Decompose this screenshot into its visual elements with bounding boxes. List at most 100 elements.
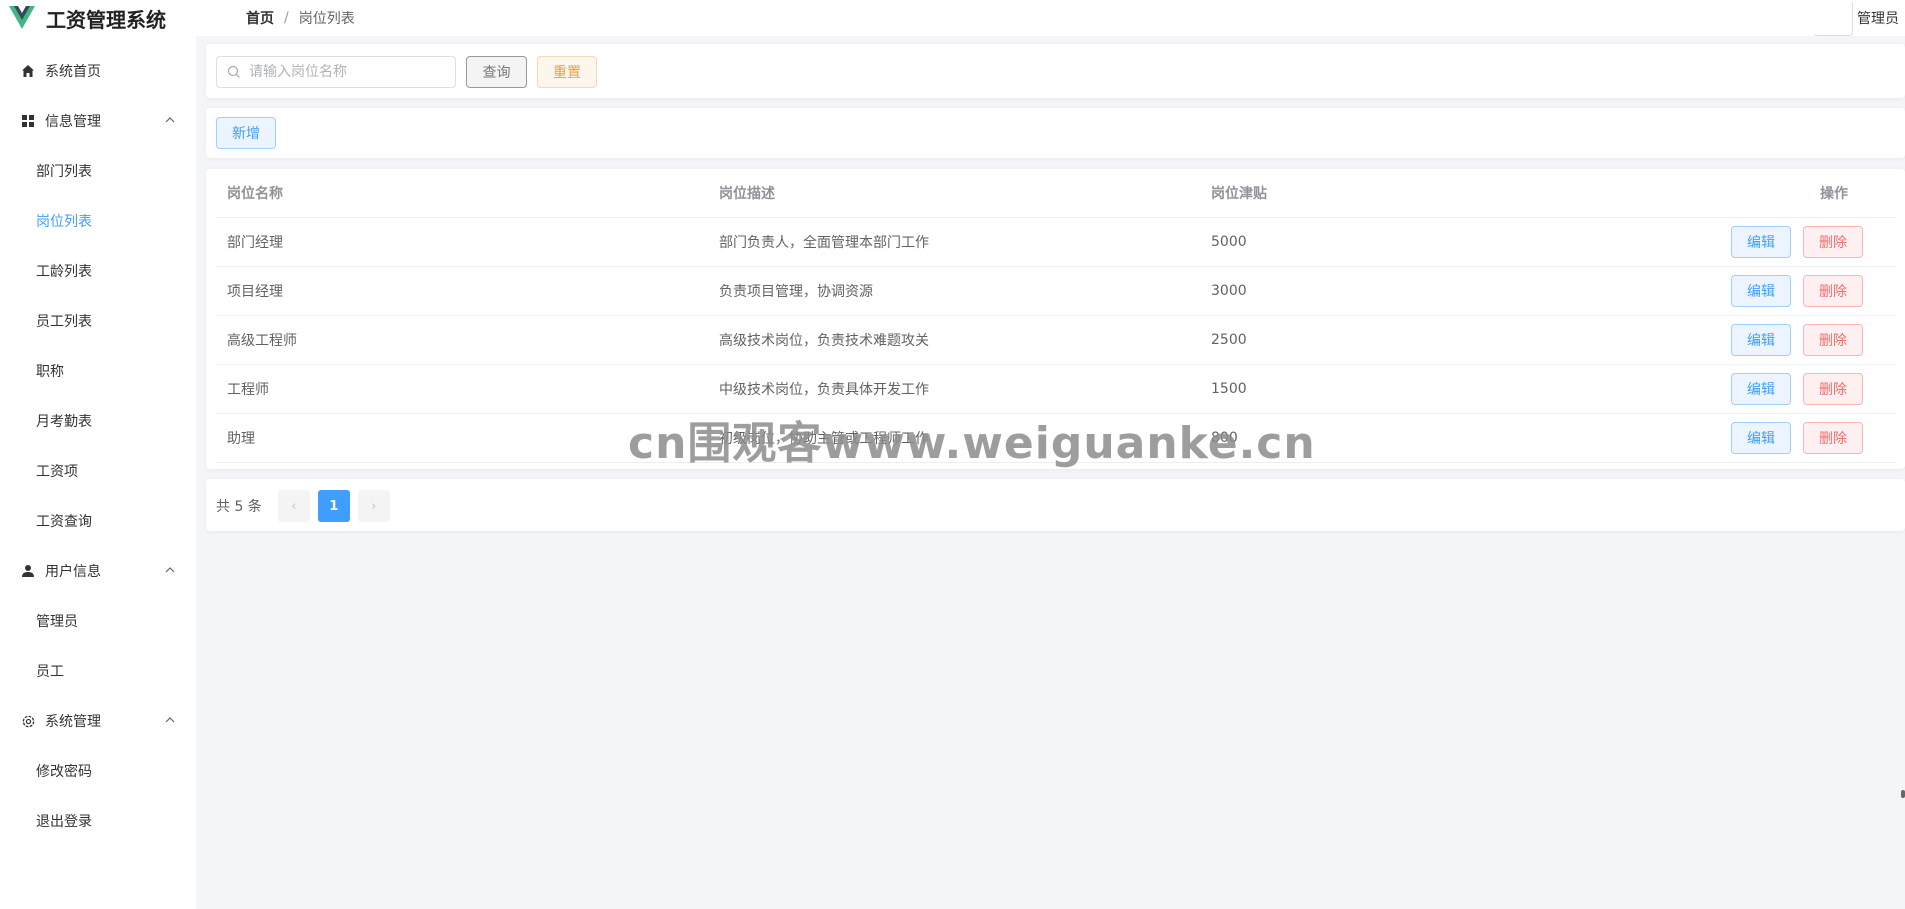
pagination: 共 5 条 ‹ 1 › [216, 490, 398, 522]
cell-desc: 负责项目管理，协调资源 [719, 284, 873, 300]
user-area[interactable]: 管理员 [1813, 0, 1899, 36]
edit-button[interactable]: 编辑 [1731, 324, 1791, 356]
sidebar-item-attendance[interactable]: 月考勤表 [0, 396, 196, 446]
edit-button[interactable]: 编辑 [1731, 226, 1791, 258]
breadcrumb-separator: / [284, 10, 289, 26]
edit-button[interactable]: 编辑 [1731, 373, 1791, 405]
chevron-up-icon [164, 714, 176, 726]
sidebar-item-label: 信息管理 [45, 114, 101, 130]
sidebar-item-label: 职称 [36, 364, 64, 380]
cell-actions: 编辑 删除 [1692, 226, 1896, 258]
query-button[interactable]: 查询 [466, 56, 527, 88]
search-input[interactable] [249, 64, 449, 80]
action-bar: 新增 [206, 108, 1905, 158]
cell-desc: 高级技术岗位，负责技术难题攻关 [719, 333, 929, 349]
chevron-up-icon [164, 114, 176, 126]
pagination-total: 共 5 条 [216, 499, 262, 515]
sidebar-item-titles[interactable]: 职称 [0, 346, 196, 396]
delete-button[interactable]: 删除 [1803, 422, 1863, 454]
table-row: 高级工程师 高级技术岗位，负责技术难题攻关 2500 编辑 删除 [216, 316, 1896, 365]
sidebar-item-label: 工资查询 [36, 514, 92, 530]
position-table: 岗位名称 岗位描述 岗位津贴 操作 部门经理 部门负责人，全面管理本部门工作 5… [216, 169, 1896, 463]
cell-desc: 部门负责人，全面管理本部门工作 [719, 235, 929, 251]
cell-actions: 编辑 删除 [1692, 275, 1896, 307]
sidebar-item-label: 员工 [36, 664, 64, 680]
page-number-button[interactable]: 1 [317, 490, 350, 522]
table-row: 工程师 中级技术岗位，负责具体开发工作 1500 编辑 删除 [216, 365, 1896, 414]
next-page-button[interactable]: › [357, 490, 390, 522]
sidebar-item-label: 岗位列表 [36, 214, 92, 230]
cell-allowance: 3000 [1211, 283, 1247, 299]
position-table-card: 岗位名称 岗位描述 岗位津贴 操作 部门经理 部门负责人，全面管理本部门工作 5… [206, 169, 1905, 469]
breadcrumb-home[interactable]: 首页 [246, 8, 274, 28]
edit-button[interactable]: 编辑 [1731, 422, 1791, 454]
sidebar-item-salary-query[interactable]: 工资查询 [0, 496, 196, 546]
table-row: 项目经理 负责项目管理，协调资源 3000 编辑 删除 [216, 267, 1896, 316]
delete-button[interactable]: 删除 [1803, 373, 1863, 405]
table-header: 岗位名称 岗位描述 岗位津贴 操作 [216, 169, 1896, 218]
sidebar: 系统首页 信息管理 部门列表 岗位列表 工龄列表 员工列表 职称 月考勤表 工资… [0, 36, 196, 909]
sidebar-item-home[interactable]: 系统首页 [0, 46, 196, 96]
sidebar-item-seniority[interactable]: 工龄列表 [0, 246, 196, 296]
sidebar-item-logout[interactable]: 退出登录 [0, 796, 196, 846]
edit-button[interactable]: 编辑 [1731, 275, 1791, 307]
table-row: 部门经理 部门负责人，全面管理本部门工作 5000 编辑 删除 [216, 218, 1896, 267]
sidebar-item-label: 员工列表 [36, 314, 92, 330]
cell-allowance: 5000 [1211, 234, 1247, 250]
search-input-wrapper[interactable] [216, 56, 456, 88]
cell-name: 助理 [227, 431, 255, 447]
sidebar-item-label: 修改密码 [36, 764, 92, 780]
logo-area: 工资管理系统 [0, 4, 196, 33]
sidebar-item-label: 部门列表 [36, 164, 92, 180]
cell-allowance: 1500 [1211, 381, 1247, 397]
search-bar: 查询 重置 [206, 44, 1905, 98]
cell-allowance: 800 [1211, 430, 1238, 446]
sidebar-item-label: 管理员 [36, 614, 78, 630]
breadcrumb: 首页 / 岗位列表 [246, 8, 355, 28]
column-header-name: 岗位名称 [227, 186, 283, 202]
cell-actions: 编辑 删除 [1692, 422, 1896, 454]
add-button[interactable]: 新增 [216, 117, 276, 149]
sidebar-item-positions[interactable]: 岗位列表 [0, 196, 196, 246]
sidebar-item-employees[interactable]: 员工列表 [0, 296, 196, 346]
gear-icon [20, 713, 36, 729]
search-icon [227, 65, 241, 79]
user-icon [20, 563, 36, 579]
prev-page-button[interactable]: ‹ [277, 490, 310, 522]
cell-allowance: 2500 [1211, 332, 1247, 348]
user-name[interactable]: 管理员 [1857, 8, 1899, 28]
sidebar-item-label: 工龄列表 [36, 264, 92, 280]
table-row: 助理 初级岗位，协助主管或工程师工作 800 编辑 删除 [216, 414, 1896, 463]
vue-logo-icon [8, 5, 36, 31]
column-header-desc: 岗位描述 [719, 186, 775, 202]
column-header-allowance: 岗位津贴 [1211, 186, 1267, 202]
sidebar-item-departments[interactable]: 部门列表 [0, 146, 196, 196]
delete-button[interactable]: 删除 [1803, 275, 1863, 307]
main-content: 查询 重置 新增 岗位名称 岗位描述 岗位津贴 操作 部门经理 部门负责人，全面… [196, 36, 1905, 909]
sidebar-item-staff[interactable]: 员工 [0, 646, 196, 696]
avatar[interactable] [1813, 0, 1853, 36]
sidebar-item-admin[interactable]: 管理员 [0, 596, 196, 646]
app-title: 工资管理系统 [46, 7, 166, 32]
sidebar-item-salary-items[interactable]: 工资项 [0, 446, 196, 496]
cell-actions: 编辑 删除 [1692, 373, 1896, 405]
reset-button[interactable]: 重置 [537, 56, 597, 88]
delete-button[interactable]: 删除 [1803, 324, 1863, 356]
scroll-indicator [1901, 790, 1905, 798]
sidebar-item-label: 系统管理 [45, 714, 101, 730]
cell-actions: 编辑 删除 [1692, 324, 1896, 356]
column-header-actions: 操作 [1820, 186, 1848, 202]
sidebar-item-label: 用户信息 [45, 564, 101, 580]
cell-name: 高级工程师 [227, 333, 297, 349]
sidebar-item-change-password[interactable]: 修改密码 [0, 746, 196, 796]
sidebar-item-label: 退出登录 [36, 814, 92, 830]
delete-button[interactable]: 删除 [1803, 226, 1863, 258]
sidebar-item-label: 系统首页 [45, 64, 101, 80]
sidebar-item-info-management[interactable]: 信息管理 [0, 96, 196, 146]
sidebar-item-system-management[interactable]: 系统管理 [0, 696, 196, 746]
cell-desc: 中级技术岗位，负责具体开发工作 [719, 382, 929, 398]
sidebar-item-user-info[interactable]: 用户信息 [0, 546, 196, 596]
top-header: 工资管理系统 首页 / 岗位列表 管理员 [0, 0, 1905, 36]
chevron-up-icon [164, 564, 176, 576]
home-icon [20, 63, 36, 79]
